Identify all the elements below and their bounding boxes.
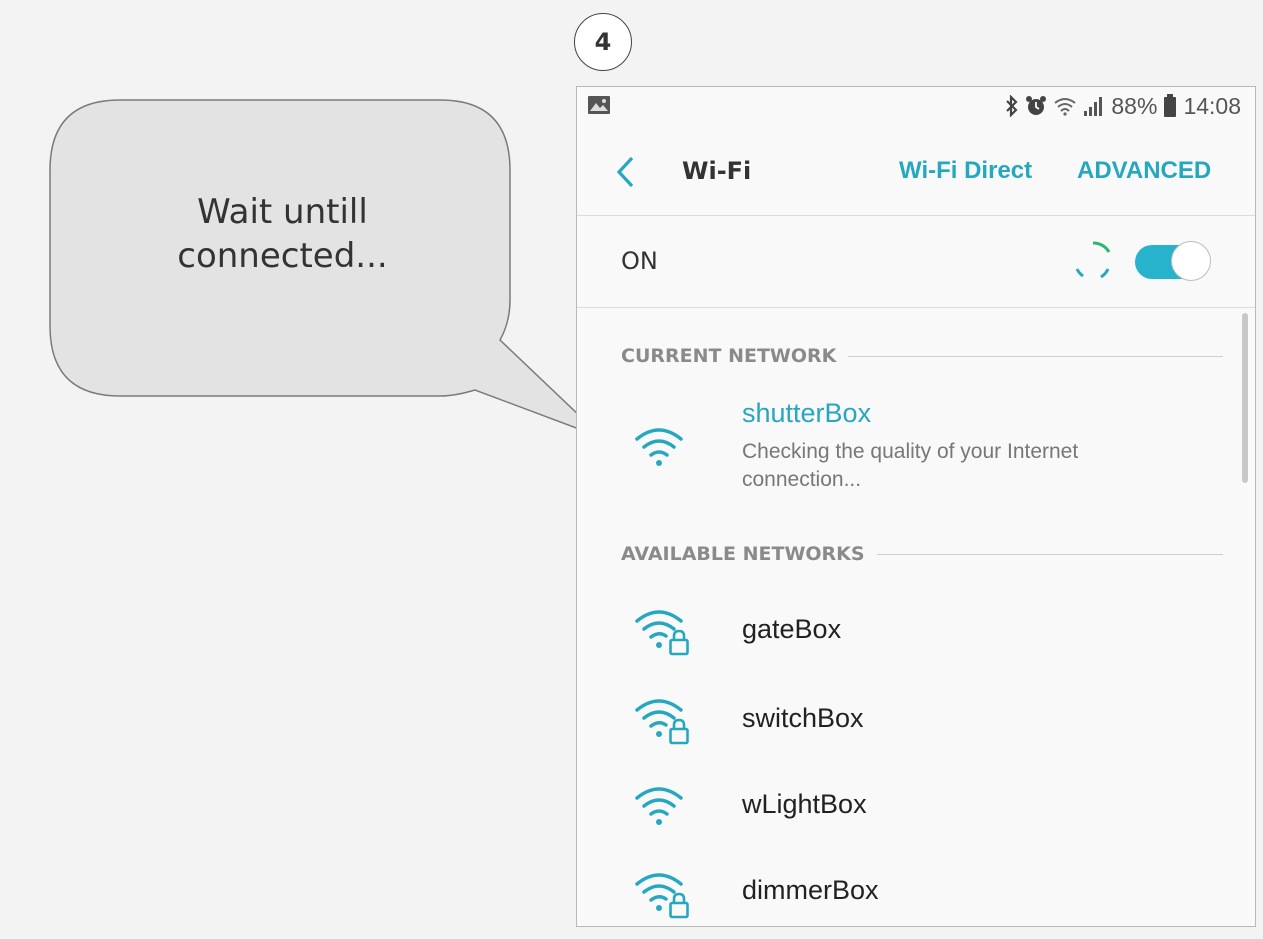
network-item-switchbox[interactable]: switchBox — [577, 681, 1255, 761]
network-item-dimmerbox[interactable]: dimmerBox — [577, 855, 1255, 926]
image-icon — [588, 96, 610, 114]
network-item-gatebox[interactable]: gateBox — [577, 592, 1255, 672]
back-arrow-icon[interactable] — [613, 155, 639, 189]
section-title: CURRENT NETWORK — [621, 345, 837, 367]
current-network-header: CURRENT NETWORK — [621, 345, 1223, 367]
battery-icon — [1164, 94, 1177, 117]
status-icons: 88% 14:08 — [1005, 92, 1241, 120]
available-networks-header: AVAILABLE NETWORKS — [621, 543, 1223, 565]
wifi-locked-icon — [635, 699, 689, 745]
divider — [577, 215, 1255, 216]
wifi-locked-icon — [635, 610, 689, 656]
network-name: wLightBox — [742, 789, 867, 819]
wifi-signal-icon — [635, 428, 683, 466]
network-status: Checking the quality of your Internet co… — [742, 440, 1079, 491]
network-name: switchBox — [742, 703, 864, 733]
wifi-toggle-switch[interactable] — [1135, 241, 1211, 283]
wifi-signal-icon — [635, 787, 683, 825]
step-number: 4 — [574, 13, 632, 71]
app-bar: Wi-Fi Wi-Fi Direct ADVANCED — [577, 137, 1255, 207]
page-title: Wi-Fi — [682, 157, 752, 185]
network-name: shutterBox — [742, 398, 872, 428]
tutorial-step: 4 Wait untill connected... 88% 14:08 Wi-… — [0, 0, 1263, 939]
signal-icon — [1084, 97, 1103, 116]
callout-text: Wait untill connected... — [55, 190, 510, 278]
network-item-wlightbox[interactable]: wLightBox — [577, 767, 1255, 847]
toggle-knob — [1171, 241, 1211, 281]
wifi-icon — [1054, 98, 1077, 116]
callout-line-2: connected... — [177, 236, 388, 276]
bluetooth-icon — [1006, 95, 1018, 117]
wifi-toggle-label: ON — [621, 247, 658, 275]
wifi-direct-button[interactable]: Wi-Fi Direct — [899, 157, 1032, 185]
advanced-button[interactable]: ADVANCED — [1077, 157, 1211, 185]
network-name: gateBox — [742, 614, 842, 644]
network-name: dimmerBox — [742, 875, 879, 905]
divider — [577, 307, 1255, 308]
alarm-icon — [1026, 96, 1047, 115]
section-divider — [848, 355, 1223, 357]
loading-spinner-icon — [1075, 241, 1111, 279]
status-time: 14:08 — [1183, 92, 1241, 119]
callout-line-1: Wait untill — [197, 192, 368, 232]
section-divider — [876, 553, 1223, 555]
network-item-shutterbox[interactable]: shutterBox Checking the quality of your … — [577, 392, 1255, 502]
section-title: AVAILABLE NETWORKS — [621, 543, 865, 565]
phone-screen: 88% 14:08 Wi-Fi Wi-Fi Direct ADVANCED ON — [576, 86, 1256, 927]
status-bar: 88% 14:08 — [577, 87, 1255, 125]
wifi-toggle-row[interactable]: ON — [577, 217, 1255, 307]
battery-percent: 88% — [1111, 92, 1158, 119]
wifi-locked-icon — [635, 873, 689, 919]
